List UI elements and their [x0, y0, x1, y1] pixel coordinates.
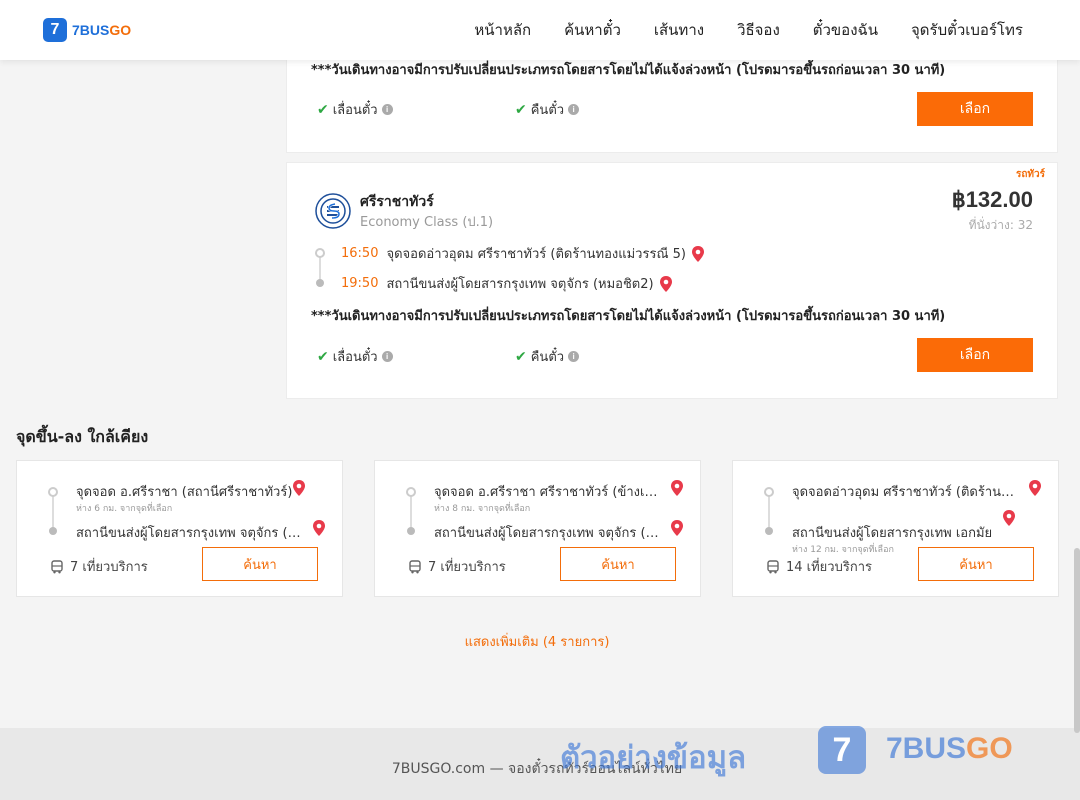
logo-wordmark: 7BUSGO [72, 22, 132, 38]
check-icon: ✔ [317, 101, 329, 118]
page-scrollbar[interactable] [1074, 548, 1080, 733]
service-count: 14 เที่ยวบริการ [766, 556, 872, 577]
route-line [52, 492, 54, 528]
trip-card: ***วันเดินทางอาจมีการปรับเปลี่ยนประเภทรถ… [286, 45, 1058, 153]
origin-stop: จุดจอด อ.ศรีราชา ศรีราชาทัวร์ (ข้างเซ็นท… [434, 485, 664, 500]
nav-search-ticket[interactable]: ค้นหาตั๋ว [564, 18, 621, 42]
bus-class: Economy Class (ป.1) [360, 215, 494, 230]
arrive-dot [316, 279, 324, 287]
destination-dot [407, 527, 415, 535]
origin-dot [764, 487, 774, 497]
nearby-card: จุดจอดอ่าวอุดม ศรีราชาทัวร์ (ติดร้านทองแ… [732, 460, 1059, 597]
map-pin-icon[interactable] [670, 480, 684, 496]
site-logo[interactable]: 7 7BUSGO [43, 18, 131, 42]
origin-distance: ห่าง 6 กม. จากจุดที่เลือก [76, 504, 173, 514]
map-pin-icon[interactable] [1028, 480, 1042, 496]
trip-notice: ***วันเดินทางอาจมีการปรับเปลี่ยนประเภทรถ… [311, 309, 946, 324]
map-pin-icon[interactable] [659, 275, 673, 292]
nav-my-tickets[interactable]: ตั๋วของฉัน [813, 18, 878, 42]
destination-dot [49, 527, 57, 535]
logo-mark: 7 [43, 18, 67, 42]
check-icon: ✔ [317, 348, 329, 365]
check-icon: ✔ [515, 101, 527, 118]
bus-icon [767, 559, 779, 573]
map-pin-icon[interactable] [1002, 510, 1016, 526]
show-more-link[interactable]: แสดงเพิ่มเติม (4 รายการ) [0, 631, 1074, 652]
nav-how-to-book[interactable]: วิธีจอง [737, 18, 780, 42]
nav-ticket-pickup[interactable]: จุดรับตั๋วเบอร์โทร [911, 18, 1023, 42]
select-trip-button[interactable]: เลือก [917, 92, 1033, 126]
map-pin-icon[interactable] [670, 520, 684, 536]
origin-distance: ห่าง 8 กม. จากจุดที่เลือก [434, 504, 531, 514]
info-icon[interactable]: i [381, 104, 393, 115]
feature-refund: ✔ คืนตั๋ว i [515, 346, 580, 367]
arrive-stop-row: 19:50 สถานีขนส่งผู้โดยสารกรุงเทพ จตุจักร… [341, 273, 673, 294]
origin-dot [406, 487, 416, 497]
search-button[interactable]: ค้นหา [560, 547, 676, 581]
trip-notice: ***วันเดินทางอาจมีการปรับเปลี่ยนประเภทรถ… [311, 63, 946, 78]
depart-time: 16:50 [341, 246, 379, 261]
origin-dot [48, 487, 58, 497]
info-icon[interactable]: i [568, 351, 580, 362]
search-button[interactable]: ค้นหา [202, 547, 318, 581]
info-icon[interactable]: i [381, 351, 393, 362]
destination-distance: ห่าง 12 กม. จากจุดที่เลือก [792, 545, 894, 555]
depart-stop-row: 16:50 จุดจอดอ่าวอุดม ศรีราชาทัวร์ (ติดร้… [341, 243, 705, 264]
nav-routes[interactable]: เส้นทาง [654, 18, 704, 42]
destination-stop: สถานีขนส่งผู้โดยสารกรุงเทพ เอกมัย [792, 526, 993, 541]
watermark-brand: 7BUSGO [886, 732, 1013, 765]
service-count: 7 เที่ยวบริการ [50, 556, 148, 577]
arrive-time: 19:50 [341, 276, 379, 291]
operator-logo-icon [315, 193, 351, 229]
feature-refund: ✔ คืนตั๋ว i [515, 99, 580, 120]
info-icon[interactable]: i [568, 104, 580, 115]
select-trip-button[interactable]: เลือก [917, 338, 1033, 372]
nearby-card: จุดจอด อ.ศรีราชา ศรีราชาทัวร์ (ข้างเซ็นท… [374, 460, 701, 597]
map-pin-icon[interactable] [312, 520, 326, 536]
bus-type-badge: รถทัวร์ [1015, 169, 1045, 180]
nearby-section-title: จุดขึ้น-ลง ใกล้เคียง [16, 427, 149, 446]
check-icon: ✔ [515, 348, 527, 365]
service-count: 7 เที่ยวบริการ [408, 556, 506, 577]
bus-icon [409, 559, 421, 573]
origin-stop: จุดจอด อ.ศรีราชา (สถานีศรีราชาทัวร์) [76, 485, 293, 500]
nav-home[interactable]: หน้าหลัก [474, 18, 531, 42]
watermark-logo-icon: 7 [818, 726, 866, 774]
watermark-text: ตัวอย่างข้อมูล [560, 740, 747, 776]
top-header: 7 7BUSGO หน้าหลัก ค้นหาตั๋ว เส้นทาง วิธี… [0, 0, 1080, 60]
main-nav: หน้าหลัก ค้นหาตั๋ว เส้นทาง วิธีจอง ตั๋วข… [441, 0, 1023, 60]
arrive-stop: สถานีขนส่งผู้โดยสารกรุงเทพ จตุจักร (หมอช… [386, 277, 654, 292]
nearby-card: จุดจอด อ.ศรีราชา (สถานีศรีราชาทัวร์) ห่า… [16, 460, 343, 597]
ticket-price: ฿132.00 [951, 187, 1033, 212]
seats-available: ที่นั่งว่าง: 32 [968, 218, 1033, 232]
depart-dot [315, 248, 325, 258]
destination-dot [765, 527, 773, 535]
feature-reschedule: ✔ เลื่อนตั๋ว i [317, 99, 393, 120]
destination-stop: สถานีขนส่งผู้โดยสารกรุงเทพ จตุจักร (หมอช… [434, 526, 664, 541]
depart-stop: จุดจอดอ่าวอุดม ศรีราชาทัวร์ (ติดร้านทองแ… [386, 247, 686, 262]
operator-name: ศรีราชาทัวร์ [360, 194, 434, 210]
bus-icon [51, 559, 63, 573]
feature-reschedule: ✔ เลื่อนตั๋ว i [317, 346, 393, 367]
route-line [410, 492, 412, 528]
map-pin-icon[interactable] [292, 480, 306, 496]
search-button[interactable]: ค้นหา [918, 547, 1034, 581]
map-pin-icon[interactable] [691, 245, 705, 262]
trip-card: รถทัวร์ ศรีราชาทัวร์ Economy Class (ป.1)… [286, 162, 1058, 399]
destination-stop: สถานีขนส่งผู้โดยสารกรุงเทพ จตุจักร (หมอช… [76, 526, 306, 541]
route-line [768, 492, 770, 528]
origin-stop: จุดจอดอ่าวอุดม ศรีราชาทัวร์ (ติดร้านทองแ… [792, 485, 1022, 500]
